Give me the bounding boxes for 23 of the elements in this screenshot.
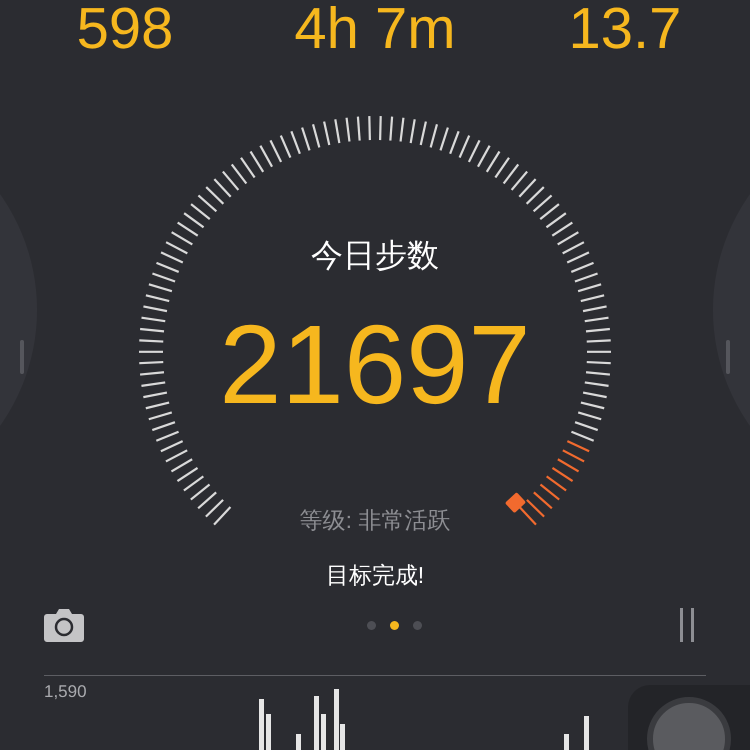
pause-icon[interactable] (680, 608, 694, 642)
activity-level: 等级: 非常活跃 (300, 506, 450, 535)
chart-bar (564, 734, 569, 750)
floating-button[interactable] (628, 685, 750, 750)
page-dot[interactable] (390, 620, 398, 630)
stat-value: 13.7 (568, 0, 682, 50)
drag-handle[interactable] (726, 340, 730, 374)
camera-icon[interactable] (44, 608, 84, 642)
chart-bar (266, 714, 271, 750)
drag-handle[interactable] (20, 340, 24, 374)
step-count: 21697 (219, 305, 531, 425)
chart-bar (296, 734, 301, 750)
chart-bar (321, 714, 326, 750)
chart-bar (259, 699, 264, 750)
gauge-title: 今日步数 (311, 236, 439, 275)
page-dot[interactable] (412, 620, 422, 630)
chart-bar (314, 696, 319, 750)
stat-value: 4h 7m (294, 0, 456, 50)
chart-max-label: 1,590 (44, 682, 87, 702)
goal-status: 目标完成! (326, 561, 424, 590)
stat-value: 598 (76, 0, 174, 50)
page-dot[interactable] (366, 620, 376, 630)
chart-bar (584, 716, 589, 750)
